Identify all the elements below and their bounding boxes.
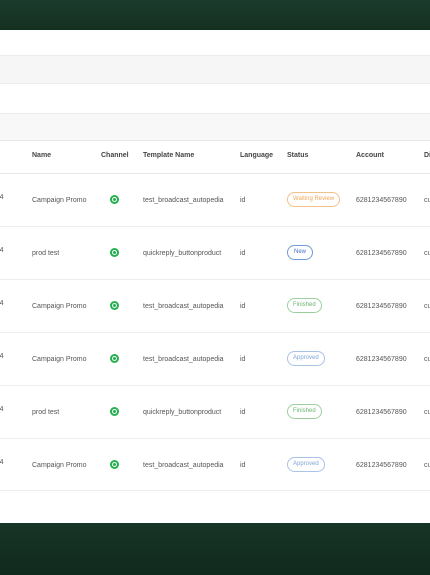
row-template: test_broadcast_autopedia [143,197,224,204]
row-template: test_broadcast_autopedia [143,462,224,469]
table-footer [0,490,430,523]
row-language: id [240,250,246,257]
status-badge: New [287,245,314,260]
table-row[interactable]: 1f7a4 Campaign Promo test_broadcast_autope… [0,439,430,492]
row-account: 6281234567890 [356,250,407,257]
spacer-row [0,114,430,140]
whatsapp-icon [110,301,120,311]
table-header: Name Channel Template Name Language Stat… [0,140,430,174]
row-account: 6281234567890 [356,409,407,416]
row-name: prod test [32,409,60,416]
broadcast-table: Name Channel Template Name Language Stat… [0,140,430,492]
row-language: id [240,197,246,204]
row-account: 6281234567890 [356,197,407,204]
row-account: 6281234567890 [356,303,407,310]
status-badge: Waiting Review [287,192,341,207]
row-id: 1f7a4 [0,300,4,307]
column-header-extra[interactable]: Di [424,152,430,159]
table-row[interactable]: 1f7a4 Campaign Promo test_broadcast_autope… [0,280,430,333]
row-account: 6281234567890 [356,462,407,469]
column-header-language[interactable]: Language [240,152,273,159]
status-badge: Approved [287,457,325,472]
filter-row [0,56,430,84]
column-header-name[interactable]: Name [32,152,51,159]
status-badge-label: Approved [287,457,325,472]
row-extra: cu [424,197,430,204]
status-badge-label: Waiting Review [287,192,341,207]
row-id: 1f7a4 [0,247,4,254]
whatsapp-icon [110,354,120,364]
status-badge: Approved [287,351,325,366]
status-badge-label: Finished [287,404,322,419]
row-account: 6281234567890 [356,356,407,363]
row-template: quickreply_buttonproduct [143,250,222,257]
table-row[interactable]: 1f7a4 Campaign Promo test_broadcast_autope… [0,333,430,386]
row-name: Campaign Promo [32,303,87,310]
row-template: quickreply_buttonproduct [143,409,222,416]
bottom-frame [0,523,430,575]
table-row[interactable]: 1f7a4 prod test quickreply_buttonproduct id… [0,227,430,280]
column-header-account[interactable]: Account [356,152,384,159]
column-header-status[interactable]: Status [287,152,308,159]
row-id: 1f7a4 [0,406,4,413]
top-frame [0,0,430,30]
row-extra: cu [424,303,430,310]
status-badge-label: New [287,245,314,260]
status-badge-label: Approved [287,351,325,366]
row-extra: cu [424,462,430,469]
row-language: id [240,462,246,469]
toolbar-row [0,30,430,56]
row-template: test_broadcast_autopedia [143,303,224,310]
table-row[interactable]: 1f7a4 prod test quickreply_buttonproduct id… [0,386,430,439]
status-badge: Finished [287,404,322,419]
column-header-channel[interactable]: Channel [101,152,129,159]
row-extra: cu [424,409,430,416]
row-name: Campaign Promo [32,462,87,469]
table-row[interactable]: 1f7a4 Campaign Promo test_broadcast_autope… [0,174,430,227]
column-header-template[interactable]: Template Name [143,152,194,159]
status-badge: Finished [287,298,322,313]
row-name: Campaign Promo [32,356,87,363]
broadcast-panel: Name Channel Template Name Language Stat… [0,30,430,523]
whatsapp-icon [110,195,120,205]
whatsapp-icon [110,460,120,470]
row-id: 1f7a4 [0,194,4,201]
whatsapp-icon [110,407,120,417]
search-row [0,84,430,114]
whatsapp-icon [110,248,120,258]
row-language: id [240,303,246,310]
row-id: 1f7a4 [0,353,4,360]
row-language: id [240,356,246,363]
row-extra: cu [424,356,430,363]
row-id: 1f7a4 [0,459,4,466]
row-extra: cu [424,250,430,257]
row-language: id [240,409,246,416]
row-name: Campaign Promo [32,197,87,204]
row-name: prod test [32,250,60,257]
row-template: test_broadcast_autopedia [143,356,224,363]
status-badge-label: Finished [287,298,322,313]
